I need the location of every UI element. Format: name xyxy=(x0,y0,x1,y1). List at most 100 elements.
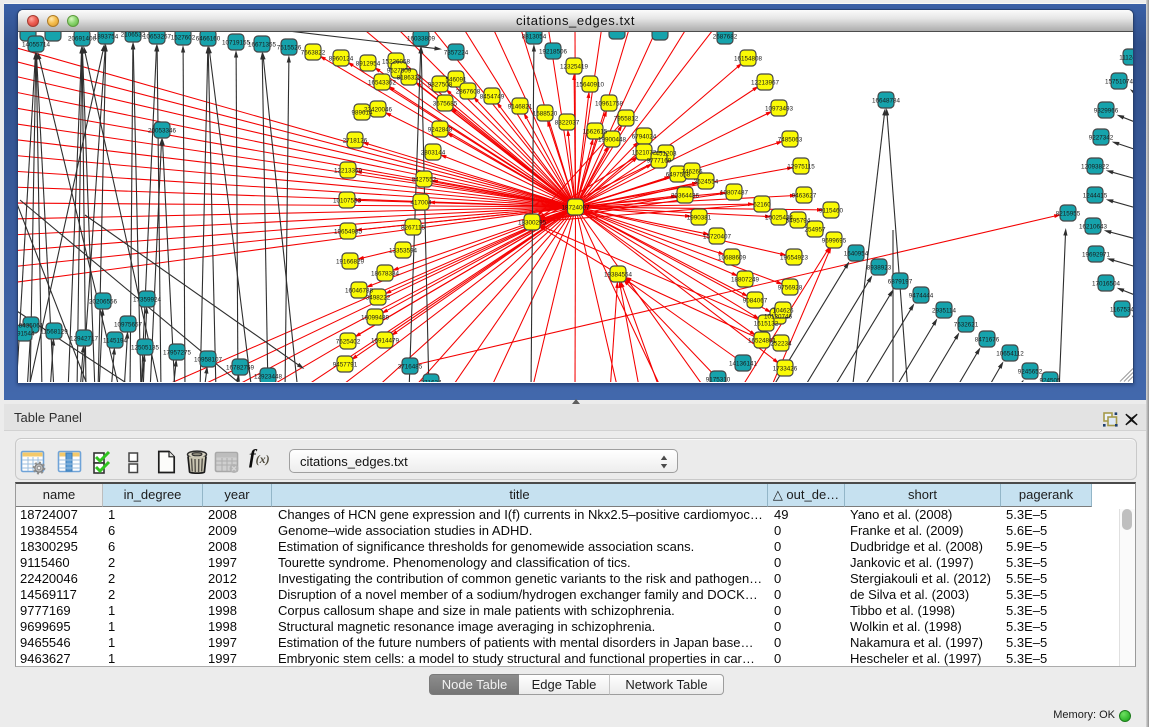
svg-text:1615132: 1615132 xyxy=(754,320,779,327)
svg-text:16543362: 16543362 xyxy=(368,79,397,86)
svg-text:1167534: 1167534 xyxy=(1110,306,1133,313)
svg-text:9527509: 9527509 xyxy=(387,67,412,74)
svg-text:391544: 391544 xyxy=(18,330,35,337)
svg-text:5495794: 5495794 xyxy=(786,217,811,224)
svg-text:546091: 546091 xyxy=(445,76,467,83)
svg-text:1621072: 1621072 xyxy=(632,149,657,156)
svg-text:9777169: 9777169 xyxy=(647,157,672,164)
svg-text:8267115: 8267115 xyxy=(401,224,426,231)
svg-text:1733426: 1733426 xyxy=(773,365,798,372)
svg-text:9175310: 9175310 xyxy=(706,376,731,382)
svg-text:417004: 417004 xyxy=(410,199,432,206)
svg-text:1893754: 1893754 xyxy=(94,33,119,40)
svg-text:17359924: 17359924 xyxy=(133,296,162,303)
svg-text:16914479: 16914479 xyxy=(371,337,400,344)
svg-text:7632621: 7632621 xyxy=(954,321,979,328)
svg-text:12093822: 12093822 xyxy=(1081,163,1110,170)
svg-text:1244415: 1244415 xyxy=(1083,192,1108,199)
svg-text:14055714: 14055714 xyxy=(22,41,51,48)
svg-text:746266: 746266 xyxy=(681,168,703,175)
svg-text:20364436: 20364436 xyxy=(671,192,700,199)
svg-text:18724007: 18724007 xyxy=(561,204,590,211)
svg-text:7955812: 7955812 xyxy=(614,115,639,122)
svg-text:16671355: 16671355 xyxy=(248,41,277,48)
svg-text:7663822: 7663822 xyxy=(301,49,326,56)
svg-text:1562615: 1562615 xyxy=(583,128,608,135)
svg-text:10719155: 10719155 xyxy=(222,39,251,46)
svg-text:1588520: 1588520 xyxy=(533,110,558,117)
svg-text:10973493: 10973493 xyxy=(765,105,794,112)
svg-text:104626: 104626 xyxy=(772,307,794,314)
svg-text:16210643: 16210643 xyxy=(1079,223,1108,230)
svg-text:8813054: 8813054 xyxy=(522,33,547,40)
svg-text:9084067: 9084067 xyxy=(743,297,768,304)
svg-text:3624554: 3624554 xyxy=(694,178,719,185)
svg-text:12942717: 12942717 xyxy=(70,335,99,342)
svg-text:20053346: 20053346 xyxy=(148,127,177,134)
svg-text:18807249: 18807249 xyxy=(731,276,760,283)
svg-text:10975657: 10975657 xyxy=(114,321,143,328)
svg-text:1527602: 1527602 xyxy=(171,34,196,41)
svg-text:8938923: 8938923 xyxy=(867,264,892,271)
svg-text:1990381: 1990381 xyxy=(687,214,712,221)
svg-text:7485063: 7485063 xyxy=(778,136,803,143)
svg-text:252234: 252234 xyxy=(770,340,792,347)
svg-text:10120746: 10120746 xyxy=(764,313,793,320)
svg-text:10807487: 10807487 xyxy=(720,189,749,196)
svg-text:15720407: 15720407 xyxy=(703,233,732,240)
svg-text:16154808: 16154808 xyxy=(734,55,763,62)
svg-text:15640910: 15640910 xyxy=(576,81,605,88)
svg-text:62160: 62160 xyxy=(753,201,771,208)
svg-text:2803144: 2803144 xyxy=(421,149,446,156)
svg-text:19384554: 19384554 xyxy=(604,271,633,278)
svg-text:20691406: 20691406 xyxy=(68,35,97,42)
svg-text:8471676: 8471676 xyxy=(975,336,1000,343)
svg-text:8960124: 8960124 xyxy=(329,55,354,62)
svg-text:10653267: 10653267 xyxy=(143,33,172,40)
svg-text:9242848: 9242848 xyxy=(428,126,453,133)
svg-text:10961758: 10961758 xyxy=(595,100,624,107)
svg-text:9474444: 9474444 xyxy=(909,292,934,299)
svg-text:8215955: 8215955 xyxy=(1056,210,1081,217)
svg-text:8186328: 8186328 xyxy=(397,74,422,81)
svg-text:12975115: 12975115 xyxy=(787,163,815,170)
svg-text:9227342: 9227342 xyxy=(1089,134,1114,141)
svg-text:6794024: 6794024 xyxy=(632,133,657,140)
svg-text:10107553: 10107553 xyxy=(333,197,362,204)
svg-text:3716485: 3716485 xyxy=(398,363,423,370)
svg-text:19654985: 19654985 xyxy=(334,228,363,235)
svg-text:22420046: 22420046 xyxy=(364,106,393,113)
svg-text:2687682: 2687682 xyxy=(713,33,738,40)
svg-text:924505: 924505 xyxy=(1039,377,1061,382)
svg-text:7625402: 7625402 xyxy=(336,338,361,345)
svg-text:12505135: 12505135 xyxy=(131,344,160,351)
svg-text:3675685: 3675685 xyxy=(433,100,458,107)
svg-text:18300295: 18300295 xyxy=(518,219,547,226)
svg-text:6466160: 6466160 xyxy=(196,35,221,42)
svg-text:16033809: 16033809 xyxy=(407,35,436,42)
svg-text:1145194: 1145194 xyxy=(103,337,128,344)
svg-text:15226058: 15226058 xyxy=(382,58,411,65)
svg-text:10688609: 10688609 xyxy=(718,254,747,261)
svg-text:19218506: 19218506 xyxy=(539,48,568,55)
svg-text:17016504: 17016504 xyxy=(1092,280,1121,287)
svg-text:9457791: 9457791 xyxy=(333,361,358,368)
svg-text:8427552: 8427552 xyxy=(412,176,437,183)
svg-text:19900448: 19900448 xyxy=(598,136,627,143)
svg-text:12923448: 12923448 xyxy=(254,373,283,380)
svg-text:7357224: 7357224 xyxy=(444,49,469,56)
svg-text:19166829: 19166829 xyxy=(336,258,365,265)
svg-text:9463627: 9463627 xyxy=(792,192,817,199)
svg-text:16648784: 16648784 xyxy=(872,97,901,104)
svg-text:16099489: 16099489 xyxy=(361,314,390,321)
svg-text:20206556: 20206556 xyxy=(89,298,118,305)
svg-text:10654112: 10654112 xyxy=(996,350,1024,357)
svg-text:2935114: 2935114 xyxy=(932,307,957,314)
svg-text:14136141: 14136141 xyxy=(729,360,758,367)
svg-text:9115460: 9115460 xyxy=(819,207,844,214)
svg-text:451203: 451203 xyxy=(655,150,677,157)
svg-text:12213967: 12213967 xyxy=(751,79,780,86)
svg-text:18678334: 18678334 xyxy=(371,270,400,277)
svg-text:19692971: 19692971 xyxy=(1082,251,1111,258)
svg-text:3498222: 3498222 xyxy=(366,294,391,301)
